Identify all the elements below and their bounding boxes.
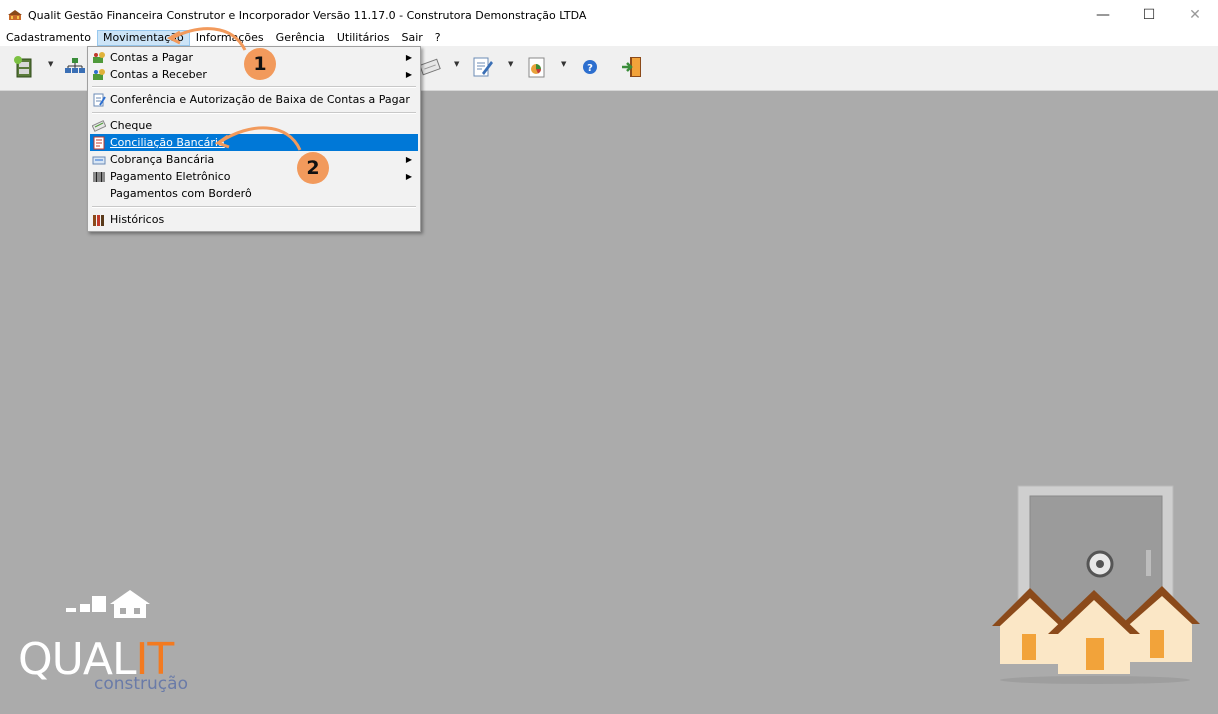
- safe-houses-illustration: [992, 485, 1200, 684]
- callout-badge-2: 2: [297, 152, 329, 184]
- callout-badge-1: 1: [244, 48, 276, 80]
- callout-arrow-1: [171, 27, 247, 51]
- logo-subtitle: construção: [94, 674, 188, 694]
- callout-arrow-2: [219, 126, 302, 151]
